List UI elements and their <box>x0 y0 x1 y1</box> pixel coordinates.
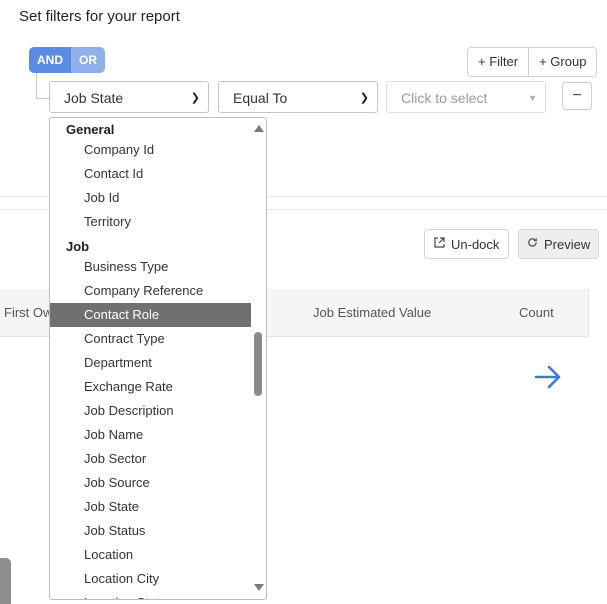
list-item-selected[interactable]: Contact Role <box>50 303 251 327</box>
dropdown-scrollbar[interactable] <box>250 118 266 599</box>
list-item[interactable]: Job Status <box>50 519 251 543</box>
list-item[interactable]: Company Id <box>50 138 251 162</box>
scroll-up-icon[interactable] <box>254 125 264 132</box>
list-item[interactable]: Job Id <box>50 186 251 210</box>
and-button[interactable]: AND <box>29 47 71 73</box>
field-select-value: Job State <box>64 90 124 106</box>
scroll-down-icon[interactable] <box>254 584 264 591</box>
list-item[interactable]: Department <box>50 351 251 375</box>
arrow-right-icon[interactable] <box>533 362 563 392</box>
tree-connector <box>36 73 49 99</box>
list-item[interactable]: Job Name <box>50 423 251 447</box>
remove-filter-button[interactable]: − <box>562 82 592 110</box>
chevron-down-icon: ❯ <box>190 92 200 104</box>
preview-button[interactable]: Preview <box>518 229 600 259</box>
or-button[interactable]: OR <box>71 47 105 73</box>
undock-label: Un-dock <box>451 236 500 252</box>
value-select-placeholder: Click to select <box>401 90 488 106</box>
column-header[interactable]: Count <box>519 305 554 320</box>
list-item[interactable]: Contact Id <box>50 162 251 186</box>
external-link-icon <box>434 237 445 251</box>
list-item[interactable]: Job Source <box>50 471 251 495</box>
side-handle[interactable] <box>0 558 11 604</box>
undock-button[interactable]: Un-dock <box>424 229 510 259</box>
scrollbar-thumb[interactable] <box>254 332 262 396</box>
list-item[interactable]: Location <box>50 543 251 567</box>
list-item[interactable]: Contract Type <box>50 327 251 351</box>
list-item[interactable]: Job State <box>50 495 251 519</box>
list-item[interactable]: Job Sector <box>50 447 251 471</box>
refresh-icon <box>527 237 538 251</box>
page-title: Set filters for your report <box>19 8 180 25</box>
column-header[interactable]: Job Estimated Value <box>313 305 431 320</box>
column-header[interactable]: First Ow <box>4 305 52 320</box>
add-toolbar: + Filter + Group <box>467 47 598 77</box>
chevron-down-icon: ❯ <box>359 92 369 104</box>
list-item[interactable]: Territory <box>50 210 251 234</box>
add-filter-button[interactable]: + Filter <box>468 48 528 76</box>
list-item[interactable]: Exchange Rate <box>50 375 251 399</box>
add-group-button[interactable]: + Group <box>528 48 596 76</box>
group-label-general: General <box>66 122 115 137</box>
value-select[interactable]: Click to select ▼ <box>386 81 546 113</box>
list-item[interactable]: Company Reference <box>50 279 251 303</box>
list-item[interactable]: Location City <box>50 567 251 591</box>
list-item[interactable]: Job Description <box>50 399 251 423</box>
operator-select[interactable]: Equal To ❯ <box>218 81 378 113</box>
operator-select-value: Equal To <box>233 90 288 106</box>
caret-down-icon: ▼ <box>528 93 537 103</box>
field-dropdown: General Company Id Contact Id Job Id Ter… <box>49 117 267 600</box>
list-item[interactable]: Location State <box>50 591 251 599</box>
preview-label: Preview <box>544 236 591 252</box>
list-item[interactable]: Business Type <box>50 255 251 279</box>
field-select[interactable]: Job State ❯ <box>49 81 209 113</box>
and-or-toggle: AND OR <box>29 47 105 73</box>
group-label-job: Job <box>66 239 90 254</box>
